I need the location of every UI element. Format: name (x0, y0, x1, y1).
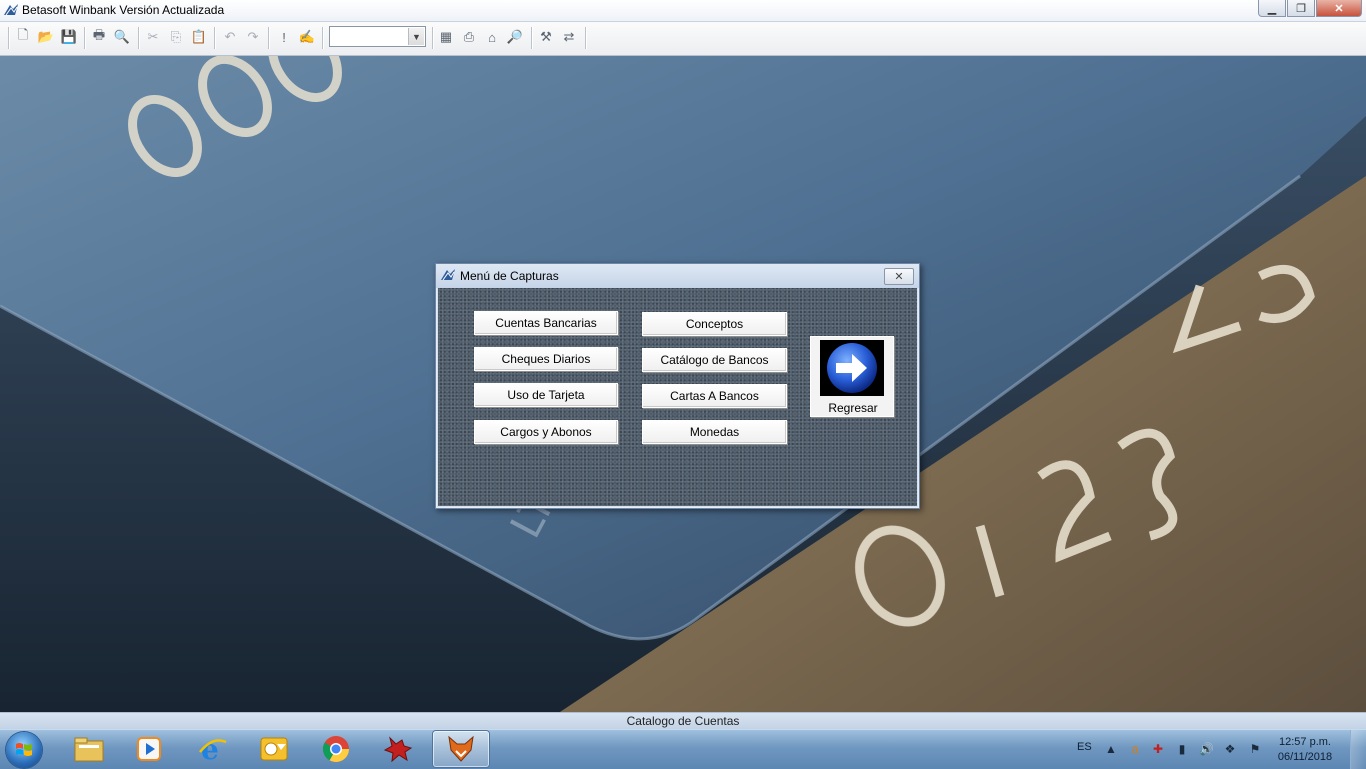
toolbar-separator (432, 27, 434, 49)
toolbar-separator (585, 27, 587, 49)
app-logo-icon (4, 4, 18, 16)
regresar-label: Regresar (828, 401, 878, 415)
copy-icon[interactable]: ⎘ (167, 27, 185, 47)
dialog-close-button[interactable]: ✕ (884, 268, 914, 285)
windows-logo-icon (16, 743, 32, 756)
toolbar-separator (8, 27, 10, 49)
arrow-right-icon (820, 340, 884, 396)
language-indicator[interactable]: ES (1077, 741, 1092, 753)
restore-icon: ❐ (1296, 2, 1306, 15)
regresar-button[interactable]: Regresar (810, 336, 894, 417)
status-text: Catalogo de Cuentas (626, 714, 740, 728)
print-preview-icon[interactable]: 🔍 (113, 27, 131, 47)
app-logo-icon (441, 269, 455, 281)
cheques-diarios-button[interactable]: Cheques Diarios (474, 347, 618, 371)
toolbar-separator (322, 27, 324, 49)
cargos-y-abonos-button[interactable]: Cargos y Abonos (474, 420, 618, 444)
volume-icon[interactable]: 🔊 (1199, 742, 1214, 756)
catalogo-de-bancos-button[interactable]: Catálogo de Bancos (642, 348, 787, 372)
minimize-button[interactable]: ▁ (1258, 0, 1286, 17)
paste-icon[interactable]: 📋 (190, 27, 208, 47)
minimize-icon: ▁ (1267, 2, 1277, 15)
close-button[interactable]: ✕ (1316, 0, 1362, 17)
explorer-icon[interactable] (61, 731, 117, 767)
close-icon: ✕ (894, 271, 904, 283)
cartas-a-bancos-button[interactable]: Cartas A Bancos (642, 384, 787, 408)
show-hidden-icons-icon[interactable]: ▲ (1104, 742, 1118, 756)
toolbar-separator (214, 27, 216, 49)
document-search-icon[interactable]: 🔎 (506, 27, 524, 47)
dropbox-icon[interactable]: ❖ (1223, 742, 1237, 756)
window-titlebar: Betasoft Winbank Versión Actualizada ▁ ❐… (0, 0, 1366, 22)
clock[interactable]: 12:57 p.m. 06/11/2018 (1272, 735, 1338, 765)
dialog-title: Menú de Capturas (460, 269, 559, 283)
outlook-icon[interactable] (246, 731, 302, 767)
tools-icon[interactable]: ⚒ (537, 27, 555, 47)
conceptos-button[interactable]: Conceptos (642, 312, 787, 336)
main-toolbar: 🗋 📂 💾 🖶 🔍 ✂ ⎘ 📋 ↶ ↷ ! ✍ ▼ ▦ ⎙ ⌂ 🔎 ⚒ ⇄ (0, 22, 1366, 56)
restore-button[interactable]: ❐ (1287, 0, 1315, 17)
taskbar: e ES ▲ a ✚ ▮ 🔊 ❖ ⚑ 12:57 p.m. 06/11/2018 (0, 729, 1366, 769)
window-title: Betasoft Winbank Versión Actualizada (22, 3, 225, 17)
clock-date: 06/11/2018 (1277, 751, 1333, 763)
dialog-titlebar: Menú de Capturas ✕ (436, 264, 919, 288)
action-center-flag-icon[interactable]: ⚑ (1248, 742, 1262, 756)
internet-explorer-icon[interactable]: e (185, 731, 241, 767)
edit-check-icon[interactable]: ✍ (298, 27, 316, 47)
page-setup-icon[interactable]: ⌂ (483, 27, 501, 47)
window-controls: ▁ ❐ ✕ (1258, 0, 1362, 17)
fox-app-icon[interactable] (433, 731, 489, 767)
uso-de-tarjeta-button[interactable]: Uso de Tarjeta (474, 383, 618, 407)
start-button[interactable] (6, 732, 42, 768)
avast-icon[interactable]: a (1128, 742, 1142, 756)
redo-icon[interactable]: ↷ (244, 27, 262, 47)
chevron-down-icon[interactable]: ▼ (408, 28, 424, 45)
status-bar: Catalogo de Cuentas (0, 712, 1366, 729)
print-icon[interactable]: 🖶 (90, 27, 108, 47)
monedas-button[interactable]: Monedas (642, 420, 787, 444)
toolbar-separator (268, 27, 270, 49)
cut-icon[interactable]: ✂ (144, 27, 162, 47)
captures-menu-dialog: Menú de Capturas ✕ Cuentas Bancarias Che… (435, 263, 920, 509)
undo-icon[interactable]: ↶ (221, 27, 239, 47)
toolbar-combo[interactable]: ▼ (329, 26, 426, 47)
clock-time: 12:57 p.m. (1279, 736, 1331, 748)
export-icon[interactable]: ⇄ (560, 27, 578, 47)
security-icon[interactable]: ✚ (1151, 742, 1165, 756)
exclamation-icon[interactable]: ! (275, 27, 293, 47)
toolbar-separator (531, 27, 533, 49)
open-folder-icon[interactable]: 📂 (37, 27, 55, 47)
cuentas-bancarias-button[interactable]: Cuentas Bancarias (474, 311, 618, 335)
dialog-body: Cuentas Bancarias Cheques Diarios Uso de… (438, 288, 917, 506)
printer-setup-icon[interactable]: ⎙ (460, 27, 478, 47)
app-red-icon[interactable] (370, 731, 426, 767)
show-desktop-button[interactable] (1350, 730, 1366, 769)
save-icon[interactable]: 💾 (60, 27, 78, 47)
chrome-icon[interactable] (308, 731, 364, 767)
calculator-icon[interactable]: ▦ (437, 27, 455, 47)
network-icon[interactable]: ▮ (1175, 742, 1189, 756)
media-player-icon[interactable] (121, 731, 177, 767)
new-file-icon[interactable]: 🗋 (14, 27, 32, 47)
toolbar-separator (138, 27, 140, 49)
close-icon: ✕ (1334, 2, 1344, 15)
toolbar-separator (84, 27, 86, 49)
